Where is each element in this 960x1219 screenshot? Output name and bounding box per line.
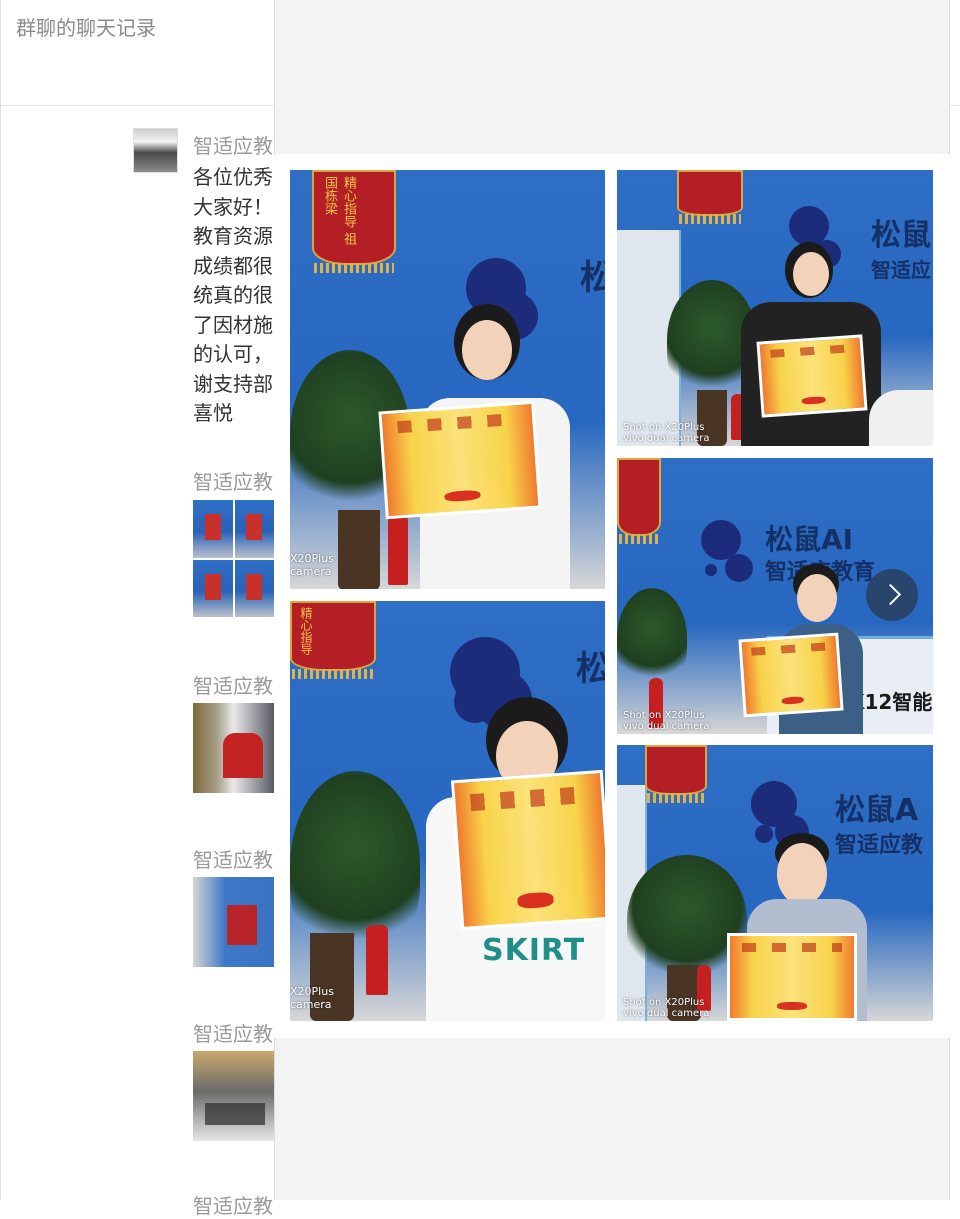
fire-extinguisher <box>366 925 388 995</box>
pennant-banner <box>617 458 661 544</box>
photo-thumbnail[interactable] <box>193 703 274 793</box>
plant-pot <box>338 510 380 589</box>
shirt-text: SKIRT <box>482 933 586 968</box>
person-face <box>797 574 837 622</box>
message-line: 各位优秀 <box>193 165 273 189</box>
brand-logo-icon <box>450 637 520 707</box>
brand-text: 松 <box>576 649 605 689</box>
next-image-button[interactable] <box>866 569 918 621</box>
banner-text: 精心指导 <box>299 607 313 655</box>
watermark-line: camera <box>290 565 332 578</box>
brand-text: 松鼠A <box>835 793 919 828</box>
person-face <box>777 843 827 905</box>
plant <box>617 588 687 688</box>
watermark-line: Shot on X20Plus <box>623 710 705 721</box>
person-face <box>462 320 512 380</box>
sender-name: 智适应教 <box>193 1194 273 1218</box>
watermark-line: Shot on X20Plus <box>623 997 705 1008</box>
avatar[interactable] <box>133 128 178 173</box>
person-face <box>793 252 829 296</box>
sender-name: 智适应教 <box>193 134 273 158</box>
message-line: 统真的很 <box>193 283 273 307</box>
collage-photo-5[interactable]: 松鼠A 智适应教 Shot on X20Plus vivo dual camer… <box>617 745 933 1021</box>
camera-watermark: Shot on X20Plus vivo dual camera <box>623 997 709 1019</box>
fire-extinguisher <box>388 515 408 585</box>
brand-logo-icon <box>701 520 741 560</box>
thumbnail-cell <box>193 559 233 617</box>
sender-name: 智适应教 <box>193 848 273 872</box>
message-line: 大家好！ <box>193 194 273 219</box>
watermark-line: X20Plus <box>290 985 334 998</box>
camera-watermark: X20Plus camera <box>290 552 334 578</box>
sender-name: 智适应教 <box>193 470 273 494</box>
thumbnail-cell <box>234 559 274 617</box>
camera-watermark: Shot on X20Plus vivo dual camera <box>623 422 709 444</box>
camera-watermark: Shot on X20Plus vivo dual camera <box>623 710 709 732</box>
banner-text: 精心指导 祖国栋梁 <box>322 176 356 246</box>
message-text[interactable]: 各位优秀 大家好！ 教育资源 成绩都很 统真的很 了因材施 的认可， 谢支持部 … <box>193 163 273 429</box>
pennant-banner <box>677 170 743 224</box>
brand-text: 松鼠AI <box>765 523 854 556</box>
photo-thumbnail[interactable] <box>193 877 274 967</box>
brand-logo-icon <box>789 206 829 246</box>
collage-photo-2[interactable]: 松鼠 智适应 Shot on X20Plus vivo dual camera <box>617 170 933 446</box>
watermark-line: camera <box>290 998 332 1011</box>
watermark-line: Shot on X20Plus <box>623 422 705 433</box>
brand-text: 松 <box>580 258 605 298</box>
message-line: 教育资源 <box>193 224 273 248</box>
certificate <box>738 632 844 718</box>
pennant-banner <box>645 745 707 803</box>
message-line: 成绩都很 <box>193 253 273 278</box>
certificate <box>450 769 605 931</box>
pennant-banner: 精心指导 祖国栋梁 <box>312 170 396 273</box>
sender-name: 智适应教 <box>193 674 273 698</box>
photo-grid-thumbnail[interactable] <box>193 500 274 617</box>
certificate <box>756 334 868 418</box>
camera-watermark: X20Plus camera <box>290 985 334 1011</box>
collage-photo-1[interactable]: 精心指导 祖国栋梁 松 X20Plus camera <box>290 170 605 589</box>
watermark-line: X20Plus <box>290 552 334 565</box>
message-line: 了因材施 <box>193 312 273 337</box>
chat-title: 群聊的聊天记录 <box>16 16 156 40</box>
watermark-line: vivo dual camera <box>623 433 710 444</box>
message-line: 谢支持部 <box>193 371 273 396</box>
pennant-banner: 精心指导 <box>290 601 376 679</box>
watermark-line: vivo dual camera <box>623 721 710 732</box>
brand-subtext: 智适应教 <box>835 833 924 858</box>
robot <box>869 390 933 446</box>
brand-subtext: 智适应 <box>871 258 931 282</box>
certificate <box>378 400 542 520</box>
message-line: 的认可， <box>193 342 273 366</box>
collage-photo-4[interactable]: 精心指导 松 SKIRT X20Plus camera <box>290 601 605 1021</box>
brand-logo-icon <box>751 781 797 827</box>
photo-thumbnail[interactable] <box>193 1051 274 1141</box>
thumbnail-cell <box>193 500 233 558</box>
sender-name: 智适应教 <box>193 1022 273 1046</box>
certificate <box>727 933 857 1021</box>
watermark-line: vivo dual camera <box>623 1008 710 1019</box>
message-line: 喜悦 <box>193 401 233 425</box>
brand-text: 松鼠 <box>871 218 931 253</box>
thumbnail-cell <box>234 500 274 558</box>
